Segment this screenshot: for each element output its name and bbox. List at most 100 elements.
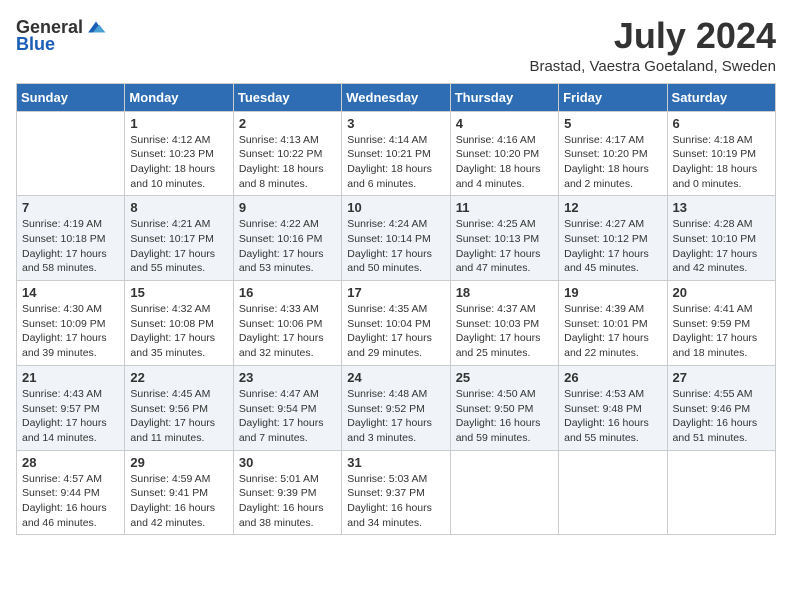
calendar-cell: 31 Sunrise: 5:03 AM Sunset: 9:37 PM Dayli… [342, 450, 450, 535]
calendar-col-monday: Monday [125, 83, 233, 111]
day-number: 23 [239, 370, 336, 385]
day-info: Sunrise: 4:21 AM Sunset: 10:17 PM Daylig… [130, 217, 227, 276]
day-info: Sunrise: 4:41 AM Sunset: 9:59 PM Dayligh… [673, 302, 770, 361]
day-info: Sunrise: 4:12 AM Sunset: 10:23 PM Daylig… [130, 133, 227, 192]
calendar-cell: 14 Sunrise: 4:30 AM Sunset: 10:09 PM Dayl… [17, 281, 125, 366]
calendar-cell: 28 Sunrise: 4:57 AM Sunset: 9:44 PM Dayli… [17, 450, 125, 535]
calendar-cell: 8 Sunrise: 4:21 AM Sunset: 10:17 PM Dayli… [125, 196, 233, 281]
calendar-cell: 1Sunrise: 4:12 AM Sunset: 10:23 PM Dayli… [125, 111, 233, 196]
calendar-cell: 5Sunrise: 4:17 AM Sunset: 10:20 PM Dayli… [559, 111, 667, 196]
calendar-cell [450, 450, 558, 535]
day-number: 10 [347, 200, 444, 215]
calendar-cell: 6 Sunrise: 4:18 AM Sunset: 10:19 PM Dayli… [667, 111, 775, 196]
calendar-cell: 12Sunrise: 4:27 AM Sunset: 10:12 PM Dayl… [559, 196, 667, 281]
calendar-table: SundayMondayTuesdayWednesdayThursdayFrid… [16, 83, 776, 536]
calendar-cell: 25Sunrise: 4:50 AM Sunset: 9:50 PM Dayli… [450, 365, 558, 450]
day-number: 30 [239, 455, 336, 470]
calendar-col-friday: Friday [559, 83, 667, 111]
calendar-cell [559, 450, 667, 535]
calendar-cell: 11 Sunrise: 4:25 AM Sunset: 10:13 PM Dayl… [450, 196, 558, 281]
day-info: Sunrise: 4:16 AM Sunset: 10:20 PM Daylig… [456, 133, 553, 192]
calendar-cell: 29 Sunrise: 4:59 AM Sunset: 9:41 PM Dayli… [125, 450, 233, 535]
day-number: 27 [673, 370, 770, 385]
calendar-col-tuesday: Tuesday [233, 83, 341, 111]
day-info: Sunrise: 4:17 AM Sunset: 10:20 PM Daylig… [564, 133, 661, 192]
day-info: Sunrise: 5:03 AM Sunset: 9:37 PM Dayligh… [347, 472, 444, 531]
logo-icon [85, 16, 107, 38]
day-info: Sunrise: 4:25 AM Sunset: 10:13 PM Daylig… [456, 217, 553, 276]
calendar-week-row: 14 Sunrise: 4:30 AM Sunset: 10:09 PM Dayl… [17, 281, 776, 366]
calendar-cell: 7 Sunrise: 4:19 AM Sunset: 10:18 PM Dayli… [17, 196, 125, 281]
calendar-cell: 16 Sunrise: 4:33 AM Sunset: 10:06 PM Dayl… [233, 281, 341, 366]
day-number: 6 [673, 116, 770, 131]
day-info: Sunrise: 4:28 AM Sunset: 10:10 PM Daylig… [673, 217, 770, 276]
day-number: 19 [564, 285, 661, 300]
day-number: 17 [347, 285, 444, 300]
calendar-cell [17, 111, 125, 196]
calendar-cell: 22 Sunrise: 4:45 AM Sunset: 9:56 PM Dayli… [125, 365, 233, 450]
day-number: 15 [130, 285, 227, 300]
day-info: Sunrise: 4:24 AM Sunset: 10:14 PM Daylig… [347, 217, 444, 276]
calendar-cell: 15 Sunrise: 4:32 AM Sunset: 10:08 PM Dayl… [125, 281, 233, 366]
day-info: Sunrise: 4:45 AM Sunset: 9:56 PM Dayligh… [130, 387, 227, 446]
day-info: Sunrise: 4:39 AM Sunset: 10:01 PM Daylig… [564, 302, 661, 361]
day-number: 4 [456, 116, 553, 131]
calendar-cell: 27Sunrise: 4:55 AM Sunset: 9:46 PM Dayli… [667, 365, 775, 450]
day-info: Sunrise: 4:35 AM Sunset: 10:04 PM Daylig… [347, 302, 444, 361]
calendar-cell: 24 Sunrise: 4:48 AM Sunset: 9:52 PM Dayli… [342, 365, 450, 450]
calendar-week-row: 28 Sunrise: 4:57 AM Sunset: 9:44 PM Dayli… [17, 450, 776, 535]
day-number: 16 [239, 285, 336, 300]
logo-blue-text: Blue [16, 34, 55, 55]
calendar-cell: 26 Sunrise: 4:53 AM Sunset: 9:48 PM Dayli… [559, 365, 667, 450]
day-number: 28 [22, 455, 119, 470]
day-info: Sunrise: 4:30 AM Sunset: 10:09 PM Daylig… [22, 302, 119, 361]
day-number: 22 [130, 370, 227, 385]
day-info: Sunrise: 4:48 AM Sunset: 9:52 PM Dayligh… [347, 387, 444, 446]
calendar-week-row: 21Sunrise: 4:43 AM Sunset: 9:57 PM Dayli… [17, 365, 776, 450]
day-number: 14 [22, 285, 119, 300]
calendar-col-sunday: Sunday [17, 83, 125, 111]
day-number: 13 [673, 200, 770, 215]
day-number: 3 [347, 116, 444, 131]
day-info: Sunrise: 4:57 AM Sunset: 9:44 PM Dayligh… [22, 472, 119, 531]
day-info: Sunrise: 4:33 AM Sunset: 10:06 PM Daylig… [239, 302, 336, 361]
calendar-cell: 10 Sunrise: 4:24 AM Sunset: 10:14 PM Dayl… [342, 196, 450, 281]
day-number: 21 [22, 370, 119, 385]
calendar-col-wednesday: Wednesday [342, 83, 450, 111]
calendar-cell: 17 Sunrise: 4:35 AM Sunset: 10:04 PM Dayl… [342, 281, 450, 366]
calendar-col-thursday: Thursday [450, 83, 558, 111]
day-info: Sunrise: 4:32 AM Sunset: 10:08 PM Daylig… [130, 302, 227, 361]
location-text: Brastad, Vaestra Goetaland, Sweden [529, 58, 776, 75]
day-number: 2 [239, 116, 336, 131]
calendar-cell: 19 Sunrise: 4:39 AM Sunset: 10:01 PM Dayl… [559, 281, 667, 366]
day-number: 9 [239, 200, 336, 215]
calendar-cell: 2 Sunrise: 4:13 AM Sunset: 10:22 PM Dayli… [233, 111, 341, 196]
calendar-header-row: SundayMondayTuesdayWednesdayThursdayFrid… [17, 83, 776, 111]
calendar-cell: 30Sunrise: 5:01 AM Sunset: 9:39 PM Dayli… [233, 450, 341, 535]
day-info: Sunrise: 4:13 AM Sunset: 10:22 PM Daylig… [239, 133, 336, 192]
day-info: Sunrise: 4:53 AM Sunset: 9:48 PM Dayligh… [564, 387, 661, 446]
day-number: 24 [347, 370, 444, 385]
day-number: 18 [456, 285, 553, 300]
day-info: Sunrise: 4:18 AM Sunset: 10:19 PM Daylig… [673, 133, 770, 192]
calendar-cell: 13 Sunrise: 4:28 AM Sunset: 10:10 PM Dayl… [667, 196, 775, 281]
day-info: Sunrise: 4:50 AM Sunset: 9:50 PM Dayligh… [456, 387, 553, 446]
month-title: July 2024 [529, 16, 776, 56]
calendar-cell: 18 Sunrise: 4:37 AM Sunset: 10:03 PM Dayl… [450, 281, 558, 366]
day-info: Sunrise: 4:37 AM Sunset: 10:03 PM Daylig… [456, 302, 553, 361]
calendar-cell: 3Sunrise: 4:14 AM Sunset: 10:21 PM Dayli… [342, 111, 450, 196]
day-number: 31 [347, 455, 444, 470]
day-number: 26 [564, 370, 661, 385]
calendar-cell: 21Sunrise: 4:43 AM Sunset: 9:57 PM Dayli… [17, 365, 125, 450]
day-number: 7 [22, 200, 119, 215]
day-info: Sunrise: 4:19 AM Sunset: 10:18 PM Daylig… [22, 217, 119, 276]
day-number: 12 [564, 200, 661, 215]
day-number: 8 [130, 200, 227, 215]
calendar-cell: 23Sunrise: 4:47 AM Sunset: 9:54 PM Dayli… [233, 365, 341, 450]
calendar-cell: 9 Sunrise: 4:22 AM Sunset: 10:16 PM Dayli… [233, 196, 341, 281]
day-number: 29 [130, 455, 227, 470]
calendar-cell: 4 Sunrise: 4:16 AM Sunset: 10:20 PM Dayli… [450, 111, 558, 196]
day-number: 11 [456, 200, 553, 215]
day-info: Sunrise: 4:22 AM Sunset: 10:16 PM Daylig… [239, 217, 336, 276]
day-info: Sunrise: 4:59 AM Sunset: 9:41 PM Dayligh… [130, 472, 227, 531]
